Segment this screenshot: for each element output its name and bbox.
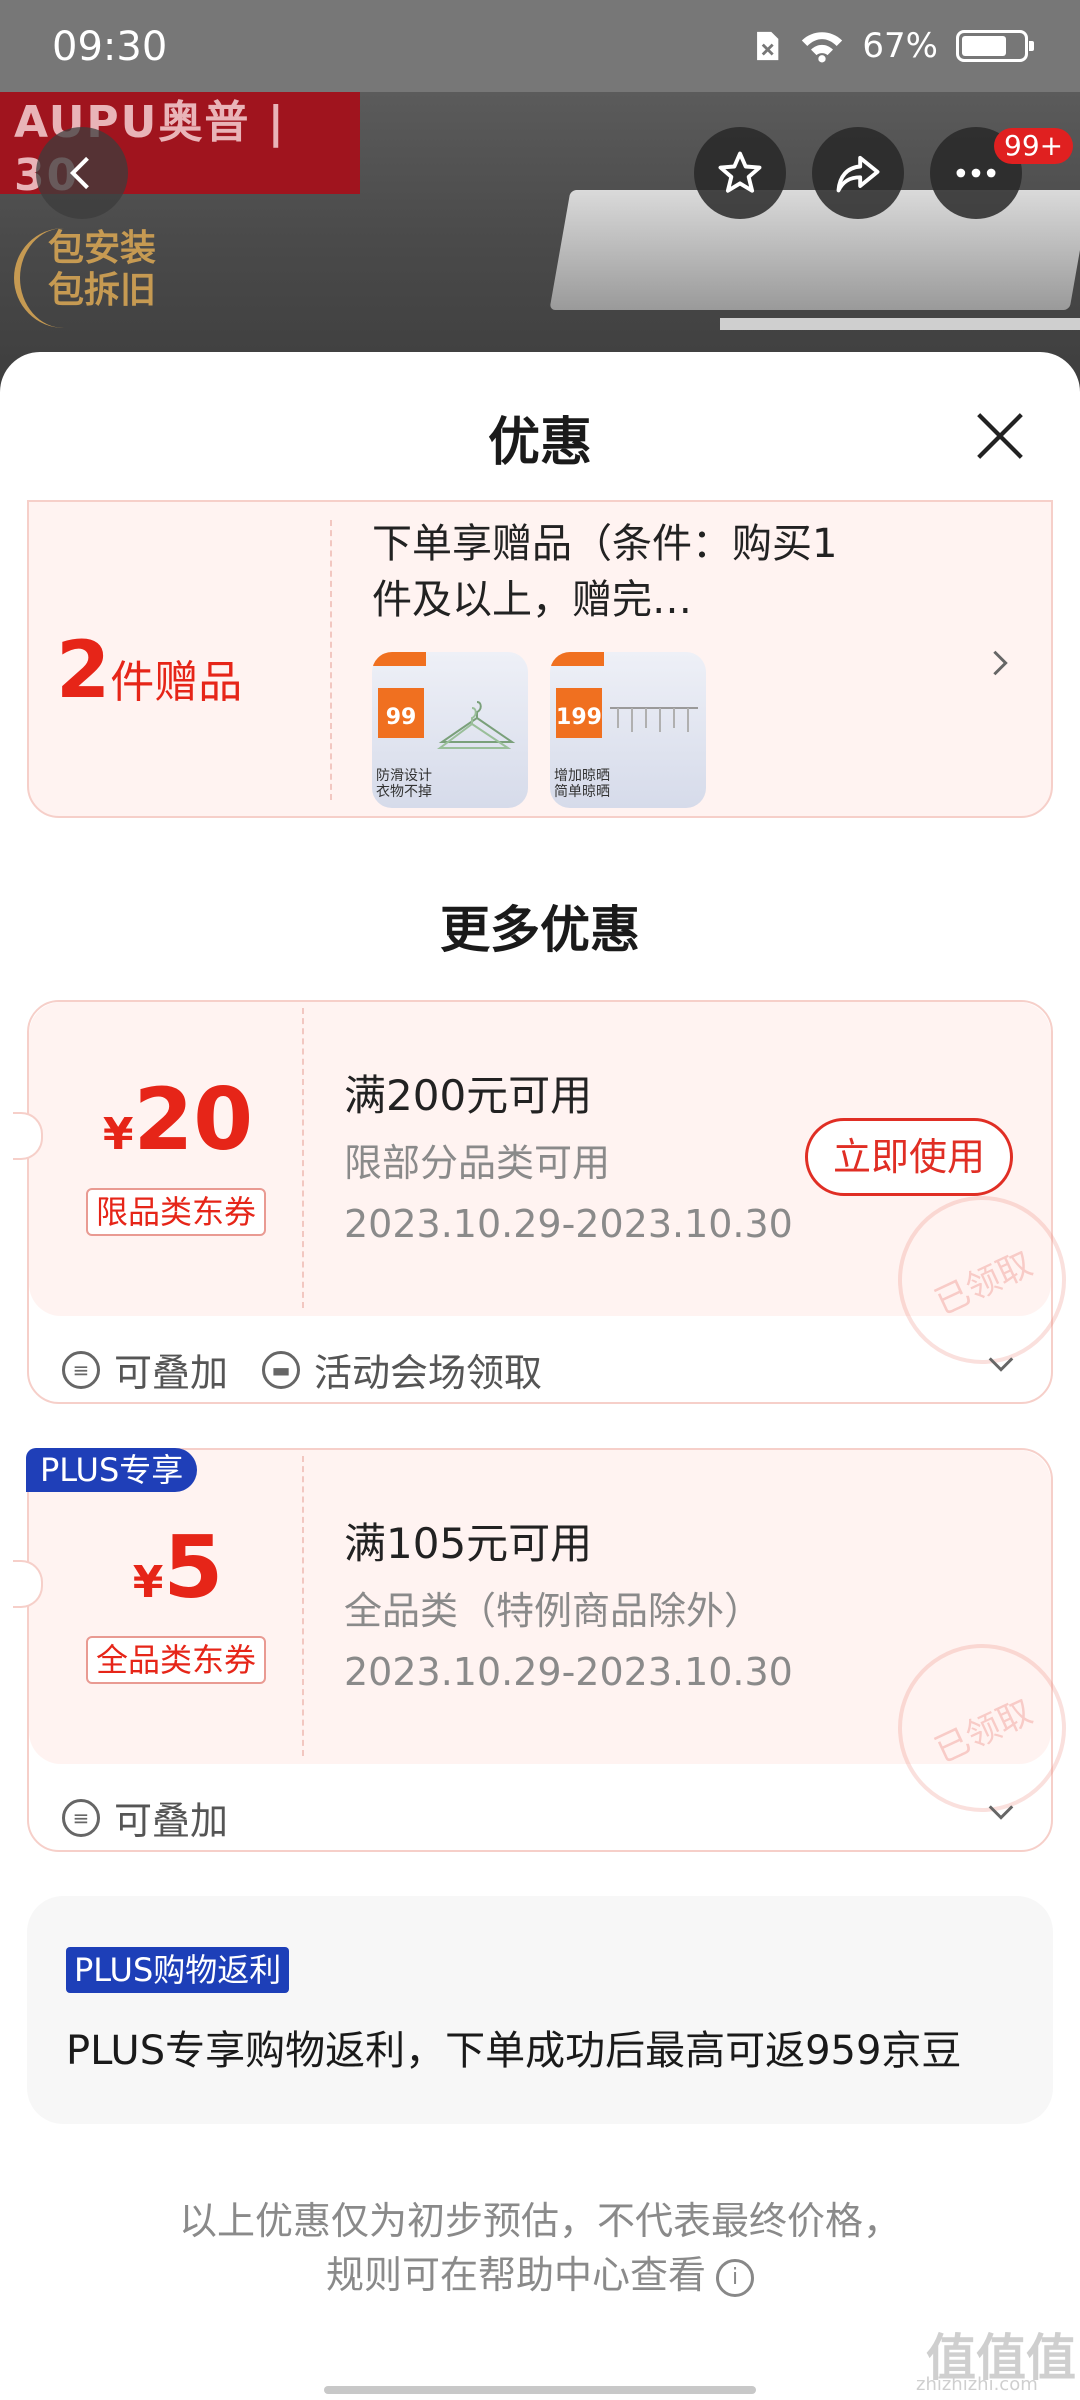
battery-percent: 67% xyxy=(862,26,938,66)
plus-rebate-tag: PLUS购物返利 xyxy=(66,1947,290,1993)
disclaimer-line2: 规则可在帮助中心查看 i xyxy=(0,2248,1080,2302)
coupon-scope: 限部分品类可用 xyxy=(344,1141,611,1185)
clip-rack-icon xyxy=(610,707,698,732)
gift-thumb-2[interactable]: 199 增加晾晒 简单晾晒 xyxy=(550,652,706,808)
notification-badge: 99+ xyxy=(994,128,1074,164)
home-indicator[interactable] xyxy=(324,2386,756,2394)
coupon-amount: ¥20 xyxy=(27,1070,329,1170)
chevron-right-icon[interactable] xyxy=(990,648,1010,678)
status-bar: 09:30 67% xyxy=(0,0,1080,92)
thumb-header xyxy=(550,652,604,666)
sheet-title: 优惠 xyxy=(487,413,592,473)
coupon-currency: ¥ xyxy=(102,1109,134,1160)
coupon-scope: 全品类（特例商品除外） xyxy=(344,1589,763,1633)
coupon-type-tag: 全品类东券 xyxy=(86,1636,267,1684)
claim-source-label: 活动会场领取 xyxy=(314,1351,543,1395)
thumb-header xyxy=(372,652,426,666)
ticket-icon: ▬ xyxy=(262,1350,301,1389)
stackable-label: 可叠加 xyxy=(114,1351,229,1395)
disclaimer-line2-text: 规则可在帮助中心查看 xyxy=(325,2253,706,2297)
status-time: 09:30 xyxy=(52,24,168,70)
gift-count: 2 件赠品 xyxy=(56,626,242,716)
star-icon xyxy=(718,151,762,193)
gift-thumb-1[interactable]: 99 防滑设计 衣物不掉 xyxy=(372,652,528,808)
share-icon xyxy=(836,155,880,193)
coupon-footer: ≡ 可叠加 ▬ 活动会场领取 xyxy=(62,1342,542,1397)
thumb-price: 199 xyxy=(556,688,602,738)
status-icons: 67% xyxy=(752,26,1034,66)
product-rod xyxy=(720,318,1080,330)
coupon-condition: 满105元可用 xyxy=(344,1519,593,1568)
coupon-type-tag: 限品类东券 xyxy=(86,1188,267,1236)
coupon-value: 20 xyxy=(133,1070,254,1170)
use-now-button[interactable]: 立即使用 xyxy=(805,1118,1013,1196)
watermark-url: zhizhizhi.com xyxy=(916,2374,1038,2395)
stackable-icon: ≡ xyxy=(62,1350,100,1389)
chevron-down-icon[interactable] xyxy=(986,1802,1016,1822)
close-icon[interactable] xyxy=(968,404,1032,468)
back-button[interactable] xyxy=(36,127,128,219)
thumb-caption: 增加晾晒 简单晾晒 xyxy=(554,768,610,800)
coupon-amount: ¥5 xyxy=(27,1518,329,1618)
coupon-value: 5 xyxy=(163,1518,224,1618)
favorite-button[interactable] xyxy=(694,127,786,219)
info-icon[interactable]: i xyxy=(716,2258,754,2297)
gift-divider xyxy=(330,520,332,800)
share-button[interactable] xyxy=(812,127,904,219)
chevron-down-icon[interactable] xyxy=(986,1354,1016,1374)
install-line2: 包拆旧 xyxy=(48,270,157,311)
install-seal: 包安装 包拆旧 xyxy=(14,228,164,328)
gift-description: 下单享赠品（条件：购买1件及以上，赠完… xyxy=(372,521,838,623)
plus-rebate-card xyxy=(27,1896,1053,2124)
disclaimer-line1: 以上优惠仅为初步预估，不代表最终价格， xyxy=(178,2199,901,2243)
install-line1: 包安装 xyxy=(48,228,157,269)
coupon-dates: 2023.10.29-2023.10.30 xyxy=(344,1650,793,1694)
back-arrow-icon xyxy=(69,156,89,190)
wifi-icon xyxy=(802,32,843,63)
thumb-price: 99 xyxy=(378,688,424,738)
coupon-footer: ≡ 可叠加 xyxy=(62,1790,228,1845)
gift-count-number: 2 xyxy=(56,626,111,716)
stackable-icon: ≡ xyxy=(62,1798,100,1837)
coupon-dates: 2023.10.29-2023.10.30 xyxy=(344,1202,793,1246)
more-dots-icon xyxy=(956,168,996,178)
plus-exclusive-badge: PLUS专享 xyxy=(26,1448,198,1492)
thumb-caption: 防滑设计 衣物不掉 xyxy=(376,768,432,800)
coupon-currency: ¥ xyxy=(132,1557,164,1608)
gift-count-unit: 件赠品 xyxy=(110,657,243,708)
battery-icon xyxy=(956,30,1034,62)
more-discounts-title: 更多优惠 xyxy=(440,901,640,959)
coupon-condition: 满200元可用 xyxy=(344,1071,593,1120)
sim-icon xyxy=(757,31,779,61)
stackable-label: 可叠加 xyxy=(114,1799,229,1843)
hanger-icon xyxy=(437,701,516,749)
plus-rebate-text: PLUS专享购物返利，下单成功后最高可返959京豆 xyxy=(66,2028,962,2074)
